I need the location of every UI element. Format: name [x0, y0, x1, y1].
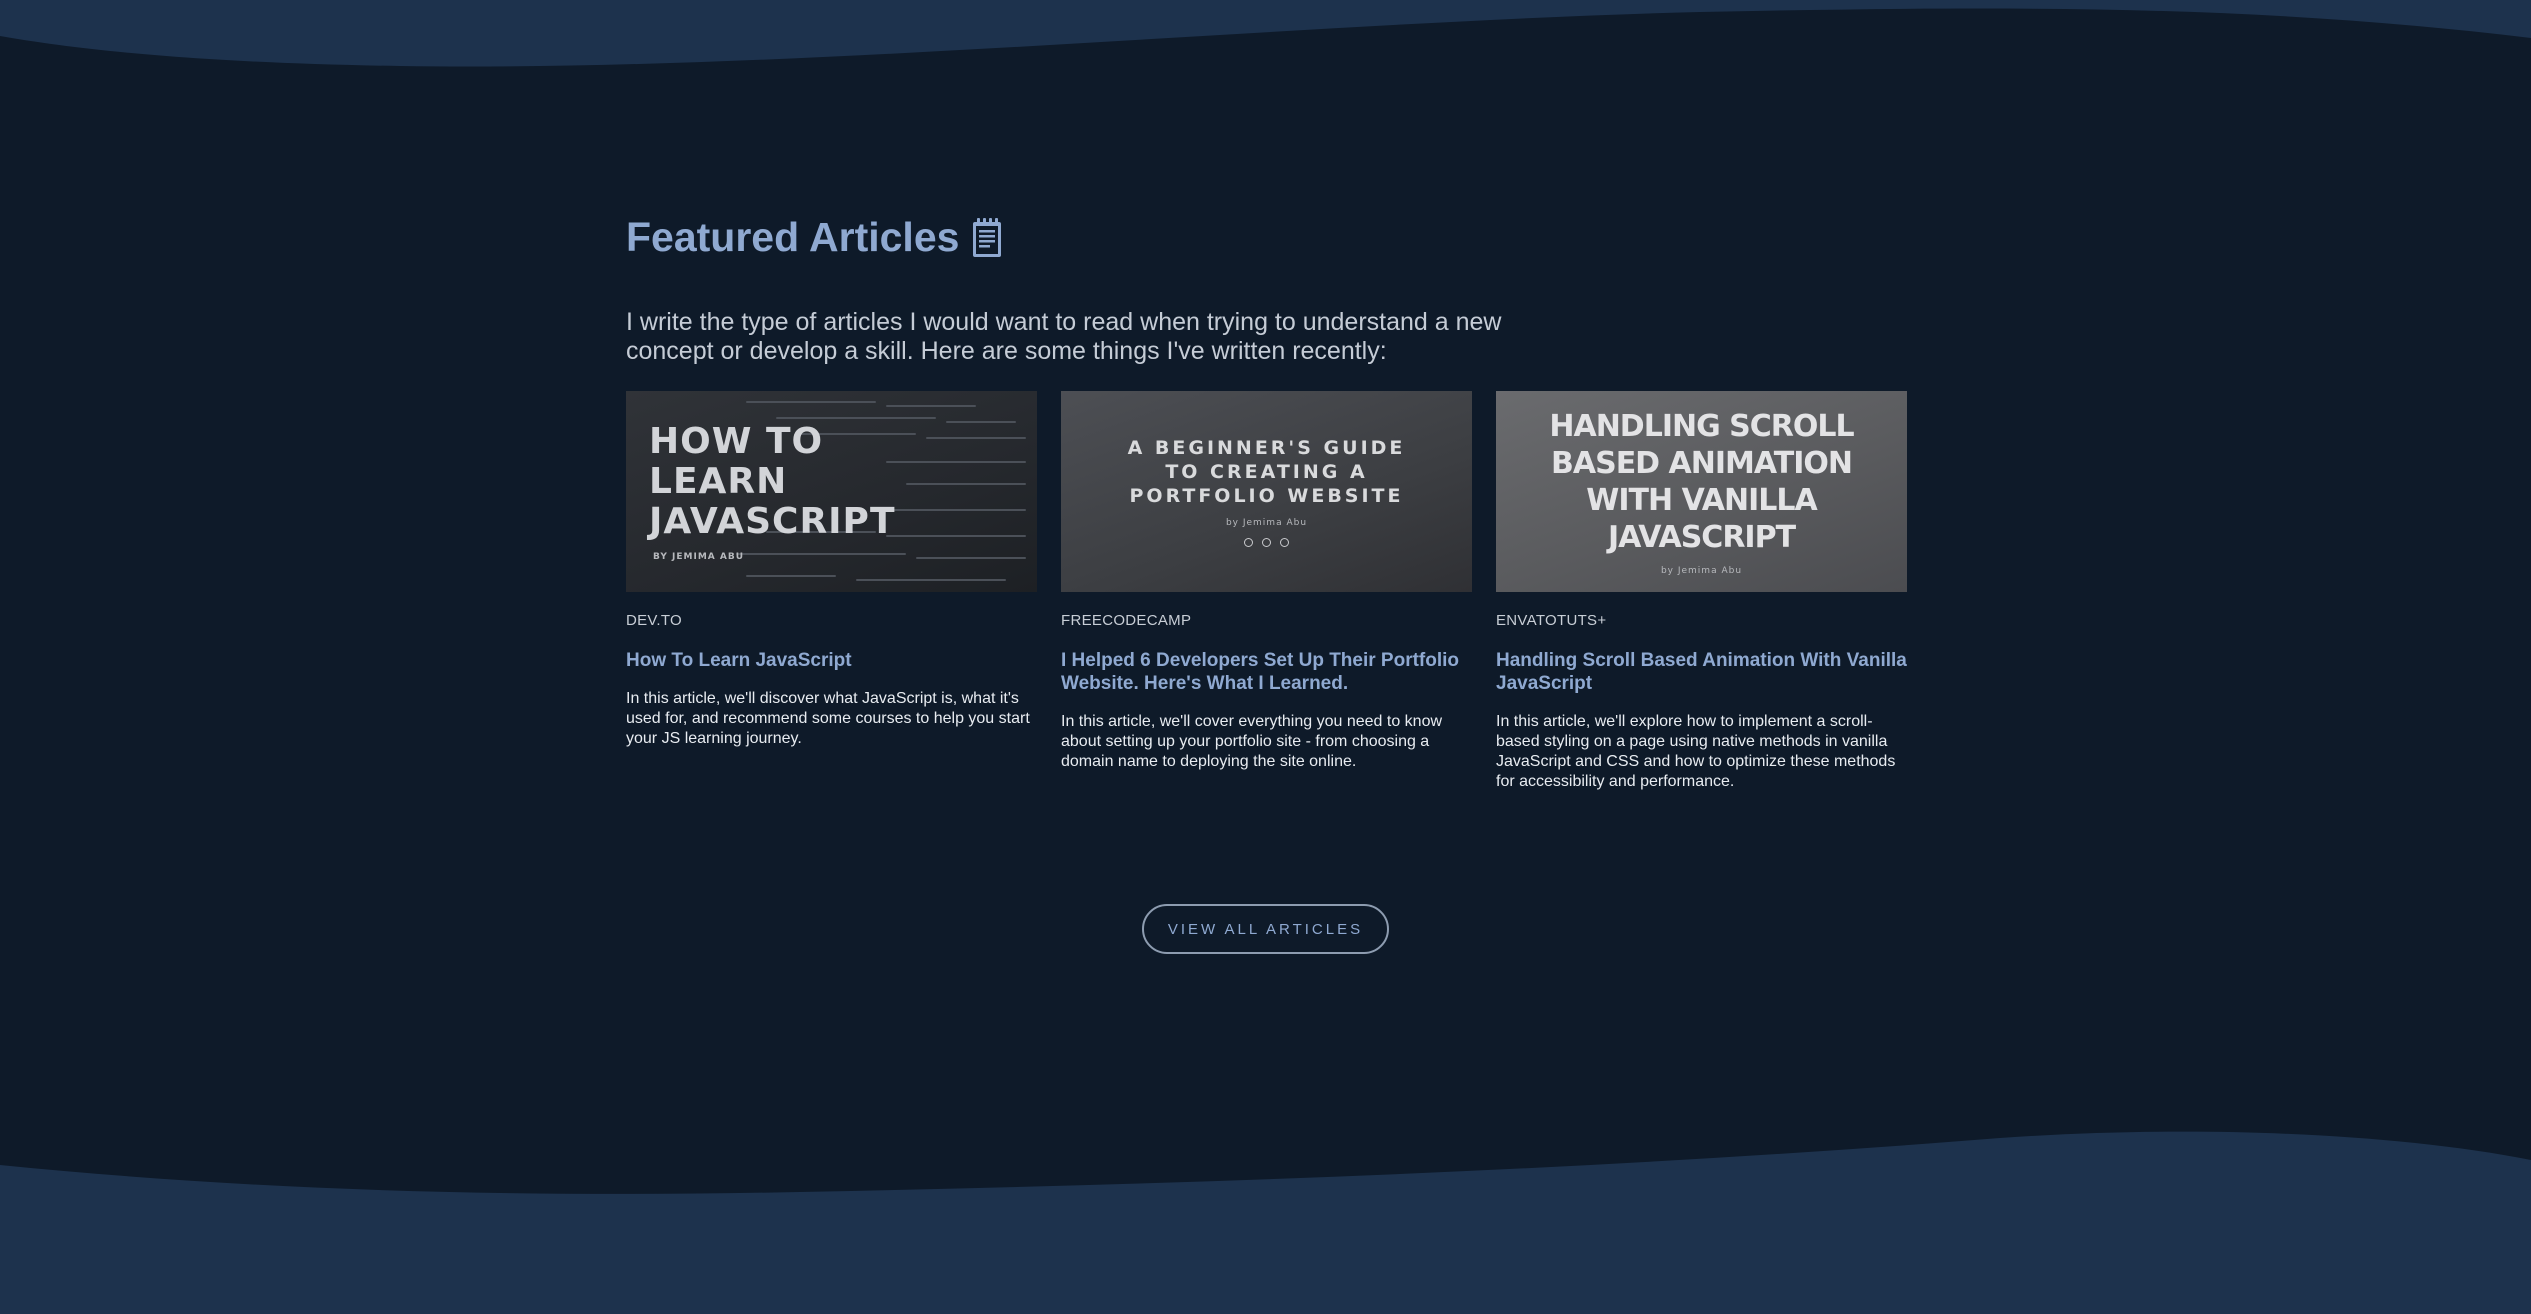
notepad-icon [973, 217, 1002, 257]
thumbnail-byline: by Jemima Abu [1225, 518, 1308, 528]
article-title-link[interactable]: I Helped 6 Developers Set Up Their Portf… [1061, 649, 1472, 695]
article-source: ENVATOTUTS+ [1496, 612, 1607, 629]
article-title-link[interactable]: How To Learn JavaScript [626, 649, 1037, 672]
bottom-wave-divider [0, 1131, 2531, 1314]
article-thumbnail[interactable]: HOW TO LEARN JAVASCRIPT BY JEMIMA ABU [626, 391, 1037, 592]
social-dots-icon [1244, 538, 1289, 547]
heading-text: Featured Articles [626, 214, 960, 260]
article-thumbnail[interactable]: A BEGINNER'S GUIDE TO CREATING A PORTFOL… [1061, 391, 1472, 592]
thumbnail-title: HOW TO LEARN JAVASCRIPT [649, 420, 896, 542]
view-all-articles-button[interactable]: VIEW ALL ARTICLES [1142, 904, 1389, 954]
article-card[interactable]: A BEGINNER'S GUIDE TO CREATING A PORTFOL… [1061, 391, 1472, 772]
thumbnail-title: HANDLING SCROLL BASED ANIMATION WITH VAN… [1549, 408, 1854, 555]
article-source: FREECODECAMP [1061, 612, 1192, 629]
top-wave-divider [0, 0, 2531, 67]
article-thumbnail[interactable]: HANDLING SCROLL BASED ANIMATION WITH VAN… [1496, 391, 1907, 592]
article-card[interactable]: HOW TO LEARN JAVASCRIPT BY JEMIMA ABU DE… [626, 391, 1037, 749]
thumbnail-title: A BEGINNER'S GUIDE TO CREATING A PORTFOL… [1127, 437, 1406, 507]
section-intro: I write the type of articles I would wan… [626, 308, 1502, 365]
article-card[interactable]: HANDLING SCROLL BASED ANIMATION WITH VAN… [1496, 391, 1907, 792]
article-description: In this article, we'll cover everything … [1061, 713, 1443, 770]
article-description: In this article, we'll discover what Jav… [626, 690, 1030, 747]
article-title-link[interactable]: Handling Scroll Based Animation With Van… [1496, 649, 1907, 695]
section-heading: Featured Articles [626, 214, 1003, 261]
thumbnail-byline: by Jemima Abu [1660, 565, 1743, 576]
article-source: DEV.TO [626, 612, 682, 629]
thumbnail-byline: BY JEMIMA ABU [653, 551, 745, 562]
article-description: In this article, we'll explore how to im… [1496, 713, 1896, 790]
